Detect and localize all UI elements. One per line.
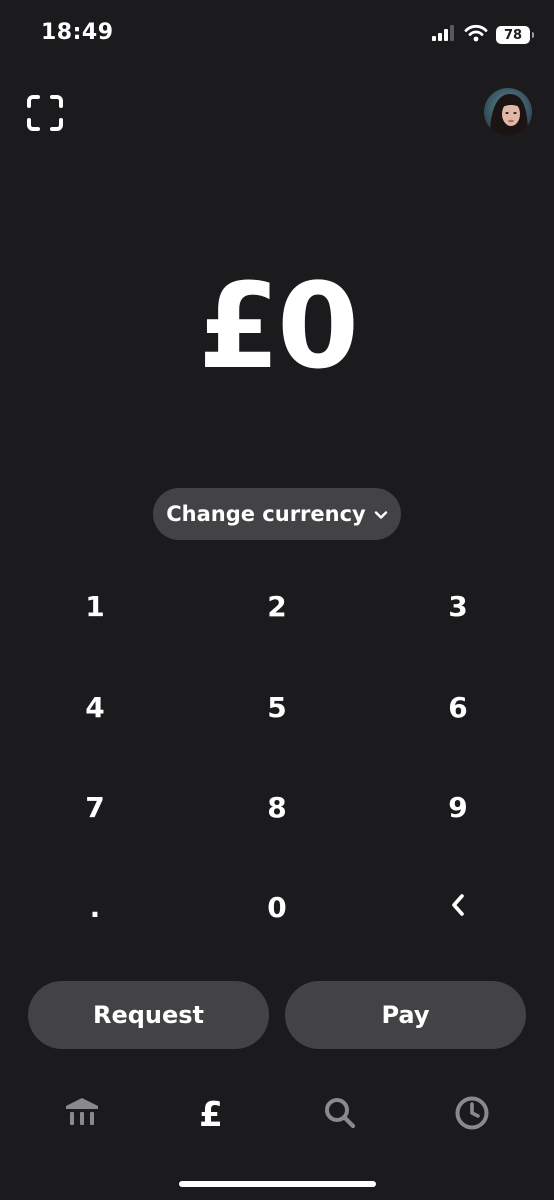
key-1[interactable]: 1 [35,558,155,654]
key-9[interactable]: 9 [398,759,518,855]
bank-icon [63,1096,101,1134]
home-indicator [179,1181,376,1187]
change-currency-label: Change currency [166,502,366,526]
tab-money[interactable]: £ [181,1090,241,1140]
change-currency-button[interactable]: Change currency [153,488,401,540]
qr-scan-icon [26,95,64,136]
tab-search[interactable] [310,1090,370,1140]
qr-scan-button[interactable] [26,94,64,132]
key-4[interactable]: 4 [35,659,155,755]
chevron-down-icon [374,505,388,524]
key-8[interactable]: 8 [217,759,337,855]
key-0[interactable]: 0 [217,859,337,955]
key-7[interactable]: 7 [35,759,155,855]
amount-display: £0 [197,257,359,395]
pay-button[interactable]: Pay [285,981,526,1049]
key-6[interactable]: 6 [398,659,518,755]
key-2[interactable]: 2 [217,558,337,654]
search-icon [323,1096,357,1134]
status-icons: 78 [432,22,534,48]
status-time: 18:49 [41,20,114,45]
key-decimal[interactable]: . [35,859,155,955]
tab-activity[interactable] [442,1090,502,1140]
tab-banking[interactable] [52,1090,112,1140]
status-bar: 18:49 78 [0,0,554,70]
wifi-icon [464,24,488,46]
chevron-left-icon [450,891,466,924]
request-button[interactable]: Request [28,981,269,1049]
battery-indicator: 78 [496,26,534,44]
pound-icon: £ [199,1095,223,1135]
signal-bars-icon [432,25,456,45]
backspace-key[interactable] [398,859,518,955]
avatar[interactable] [484,88,532,136]
key-5[interactable]: 5 [217,659,337,755]
clock-icon [454,1095,490,1135]
key-3[interactable]: 3 [398,558,518,654]
